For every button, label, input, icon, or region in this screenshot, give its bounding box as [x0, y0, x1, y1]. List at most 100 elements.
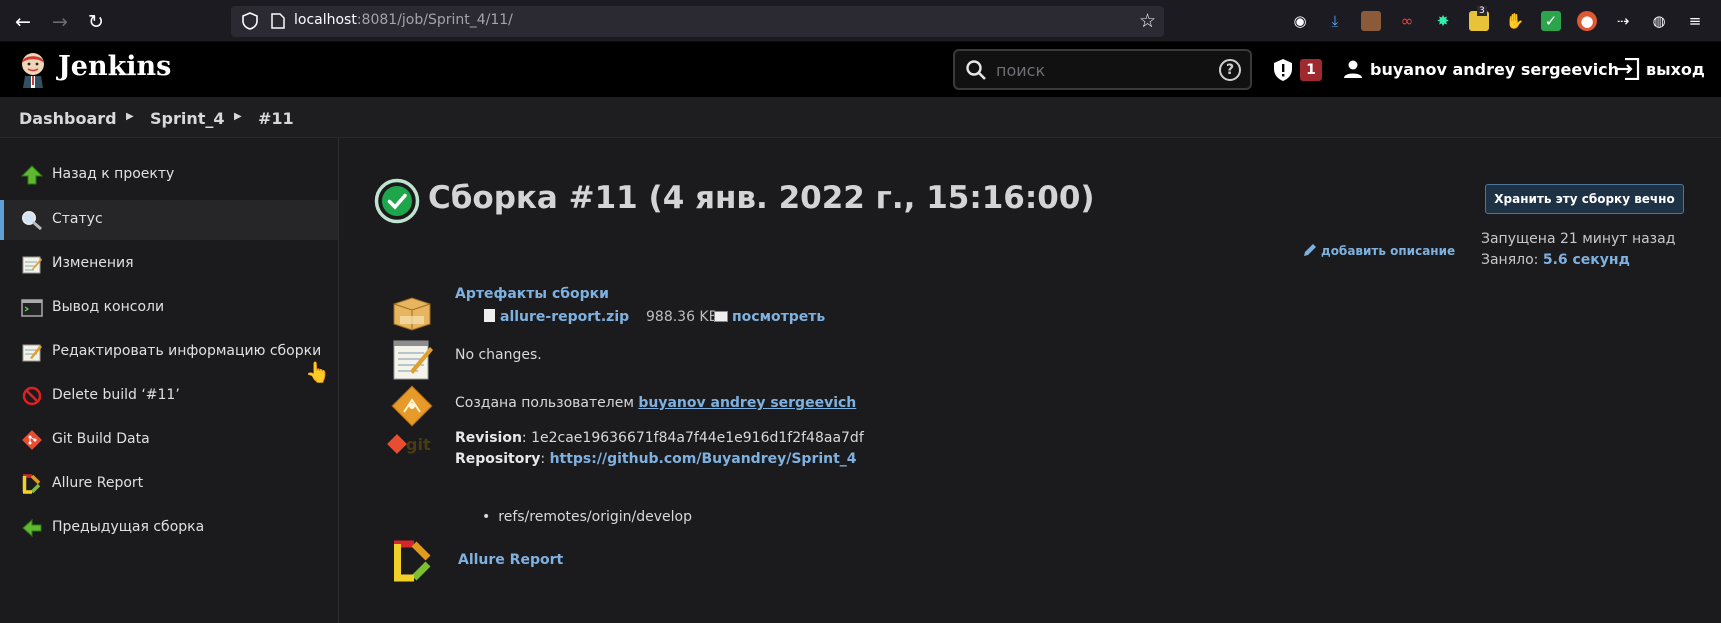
notepad-edit-icon: [22, 344, 42, 362]
jenkins-header: Jenkins поиск ? 1 buyanov andrey sergeev…: [0, 42, 1721, 97]
sidebar-item-label: Редактировать информацию сборки: [52, 343, 322, 359]
allure-logo-icon: [394, 540, 431, 582]
breadcrumb-build-11[interactable]: #11: [258, 109, 294, 128]
created-by-user-link[interactable]: buyanov andrey sergeevich: [638, 395, 856, 411]
profile-extension-icon[interactable]: [1361, 11, 1381, 31]
git-logo-icon: git: [387, 434, 431, 454]
up-arrow-icon: [21, 165, 43, 185]
started-time: Запущена 21 минут назад: [1481, 231, 1676, 247]
repository-link[interactable]: https://github.com/Buyandrey/Sprint_4: [550, 451, 857, 467]
duckduckgo-icon[interactable]: ●: [1577, 11, 1597, 31]
sidebar-item-label: Allure Report: [52, 475, 144, 491]
sidebar-item-previous-build[interactable]: Предыдущая сборка: [0, 508, 338, 548]
left-arrow-icon: [22, 518, 42, 538]
notepad-icon: [22, 256, 42, 274]
sidebar-item-edit-build-info[interactable]: Редактировать информацию сборки: [0, 332, 338, 372]
security-shield-icon[interactable]: [1272, 58, 1294, 82]
artifact-view-link[interactable]: посмотреть: [732, 309, 825, 325]
sidebar-item-label: Предыдущая сборка: [52, 519, 205, 535]
jenkins-title[interactable]: Jenkins: [58, 51, 171, 82]
git-icon: [22, 430, 42, 450]
download-icon[interactable]: ⤓: [1325, 11, 1345, 31]
sidebar-item-label: Статус: [52, 211, 103, 227]
user-name-link[interactable]: buyanov andrey sergeevich: [1370, 60, 1619, 79]
color-extension-icon[interactable]: ✸: [1433, 11, 1453, 31]
alerts-badge[interactable]: 1: [1300, 59, 1322, 81]
duration-label: Заняло:: [1481, 252, 1539, 268]
artifact-size: 988.36 KB: [646, 309, 719, 325]
duration: Заняло: 5.6 секунд: [1481, 252, 1630, 268]
adguard-icon[interactable]: ✓: [1541, 11, 1561, 31]
bookmark-star-icon[interactable]: ☆: [1139, 10, 1156, 32]
url-text: localhost:8081/job/Sprint_4/11/: [294, 12, 513, 28]
page-icon: [271, 13, 285, 29]
chevron-right-icon: ▶: [234, 111, 242, 122]
fingerprint-icon: [714, 311, 728, 322]
artifacts-title[interactable]: Артефакты сборки: [455, 286, 609, 302]
allure-icon: [22, 474, 41, 494]
search-input[interactable]: поиск: [996, 61, 1045, 80]
repository: Repository: https://github.com/Buyandrey…: [455, 451, 857, 467]
search-icon: [22, 211, 42, 230]
sidebar-item-console-output[interactable]: Вывод консоли: [0, 288, 338, 328]
browser-toolbar: ← → ↻ localhost:8081/job/Sprint_4/11/ ☆ …: [0, 0, 1721, 42]
keep-build-forever-button[interactable]: Хранить эту сборку вечно: [1485, 184, 1684, 214]
file-icon: [484, 309, 495, 322]
search-box[interactable]: поиск ?: [953, 49, 1252, 90]
help-icon[interactable]: ?: [1219, 59, 1241, 81]
notepad-icon: [393, 340, 433, 380]
no-changes-text: No changes.: [455, 347, 542, 363]
svg-text:git: git: [406, 435, 431, 454]
artifact-file-link[interactable]: allure-report.zip: [500, 309, 629, 325]
pencil-icon: [1304, 244, 1316, 256]
allure-report[interactable]: Allure Report: [458, 552, 563, 568]
glasses-extension-icon[interactable]: ∞: [1397, 11, 1417, 31]
extension-badge: 3: [1477, 6, 1487, 16]
main-content: Сборка #11 (4 янв. 2022 г., 15:16:00) Хр…: [340, 138, 1721, 623]
sidebar-item-label: Вывод консоли: [52, 299, 165, 315]
page-title: Сборка #11 (4 янв. 2022 г., 15:16:00): [428, 180, 1095, 216]
revision: Revision: 1e2cae19636671f84a7f44e1e916d1…: [455, 430, 864, 446]
logout-link[interactable]: выход: [1646, 60, 1705, 79]
sidebar-item-status[interactable]: Статус: [0, 200, 338, 240]
sidebar-item-label: Назад к проекту: [52, 166, 175, 182]
artifacts-title-link[interactable]: Артефакты сборки: [455, 286, 609, 302]
revision-value: : 1e2cae19636671f84a7f44e1e916d1f2f48aa7…: [521, 430, 864, 446]
breadcrumb-sprint-4[interactable]: Sprint_4: [150, 109, 225, 128]
forward-arrow-icon[interactable]: →: [47, 9, 73, 35]
sidebar-item-label: Git Build Data: [52, 431, 150, 447]
cast-extension-icon[interactable]: ⇢: [1613, 11, 1633, 31]
created-by: Создана пользователем buyanov andrey ser…: [455, 395, 856, 411]
tracking-shield-icon[interactable]: [241, 12, 259, 30]
user-icon: [1344, 60, 1362, 78]
allure-report-link[interactable]: Allure Report: [458, 552, 563, 568]
terminal-icon: [21, 299, 43, 317]
gnome-extension-icon[interactable]: ✋: [1505, 11, 1525, 31]
back-arrow-icon[interactable]: ←: [10, 9, 36, 35]
globe-icon[interactable]: ◍: [1649, 11, 1669, 31]
address-bar[interactable]: localhost:8081/job/Sprint_4/11/ ☆: [231, 6, 1164, 37]
duration-link[interactable]: 5.6 секунд: [1543, 252, 1630, 268]
reload-icon[interactable]: ↻: [83, 9, 109, 35]
hand-cursor-icon: 👆: [305, 360, 330, 384]
search-icon: [966, 60, 986, 80]
sidebar-item-label: Delete build ‘#11’: [52, 387, 180, 403]
jenkins-logo-icon[interactable]: [18, 51, 48, 88]
artifact-view[interactable]: посмотреть: [714, 309, 825, 325]
sidebar-item-git-build-data[interactable]: Git Build Data: [0, 420, 338, 460]
pocket-icon[interactable]: ◉: [1290, 11, 1310, 31]
add-description-label: добавить описание: [1321, 244, 1456, 258]
sidebar-item-allure-report[interactable]: Allure Report: [0, 464, 338, 504]
branch-list-item: refs/remotes/origin/develop: [482, 509, 692, 525]
menu-icon[interactable]: ≡: [1685, 11, 1705, 31]
sidebar-item-delete-build[interactable]: Delete build ‘#11’: [0, 376, 338, 416]
sidebar-item-label: Изменения: [52, 255, 134, 271]
revision-label: Revision: [455, 430, 522, 446]
breadcrumb-dashboard[interactable]: Dashboard: [19, 109, 117, 128]
breadcrumb: Dashboard ▶ Sprint_4 ▶ #11: [0, 97, 1721, 138]
sidebar-item-back-to-project[interactable]: Назад к проекту: [0, 155, 338, 195]
sidebar-item-changes[interactable]: Изменения: [0, 244, 338, 284]
sidebar: Назад к проекту Статус Изменения Вывод к…: [0, 138, 339, 623]
add-description-link[interactable]: добавить описание: [1302, 242, 1455, 258]
chevron-right-icon: ▶: [126, 111, 134, 122]
